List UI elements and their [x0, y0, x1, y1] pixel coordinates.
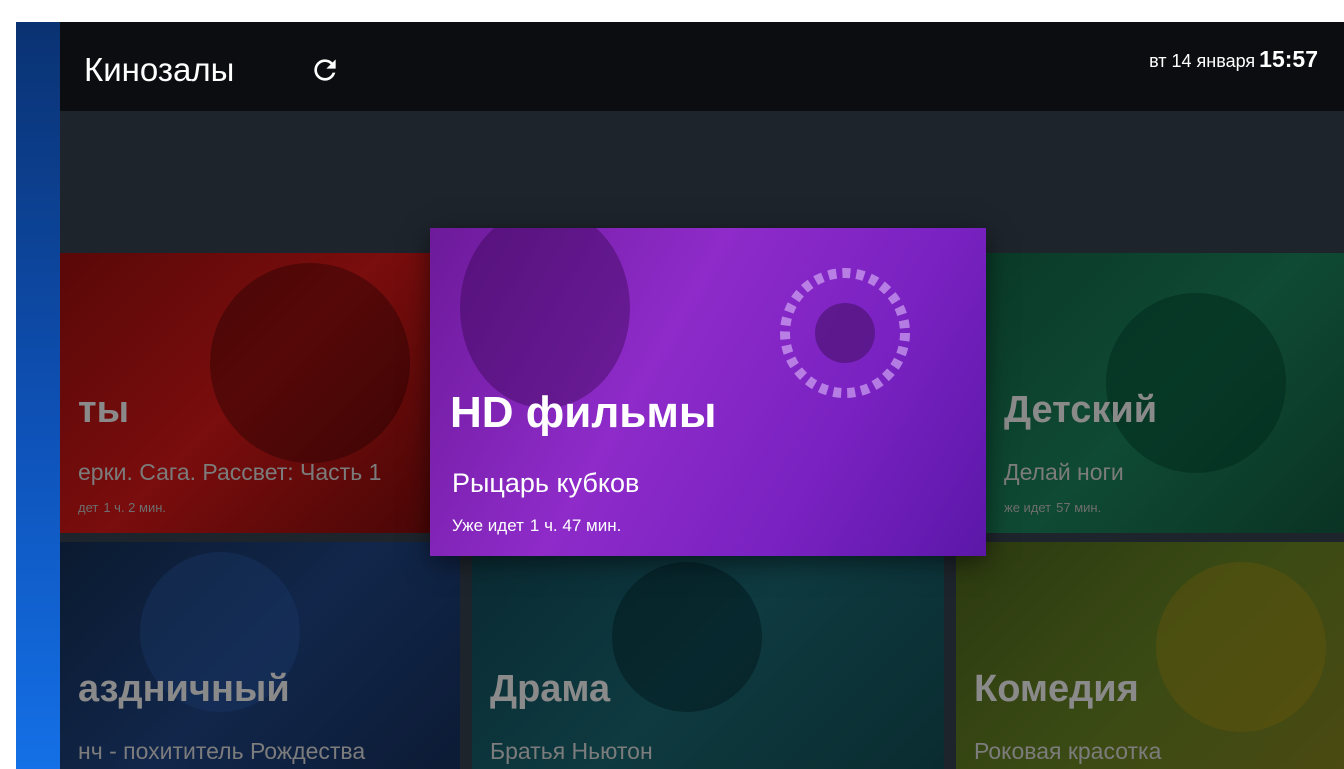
tv-screen: ты ерки. Сага. Рассвет: Часть 1 дет 1 ч. … [16, 22, 1344, 769]
channel-grid: ты ерки. Сага. Рассвет: Часть 1 дет 1 ч. … [16, 22, 1344, 769]
top-bar: Кинозалы вт 14 января 15:57 [16, 22, 1344, 111]
tile-hd-movies-focused[interactable]: HD фильмы Рыцарь кубков Уже идет 1 ч. 47 … [430, 228, 986, 556]
tile-title: Детский [1004, 389, 1158, 431]
tile-status: дет 1 ч. 2 мин. [78, 500, 166, 515]
time-label: 15:57 [1259, 46, 1318, 72]
tile-status: Уже идет 1 ч. 47 мин. [452, 516, 621, 536]
tile-movie: ерки. Сага. Рассвет: Часть 1 [78, 459, 382, 485]
tile-status: же идет 57 мин. [1004, 500, 1101, 515]
refresh-icon[interactable] [309, 54, 341, 86]
datetime: вт 14 января 15:57 [1149, 46, 1318, 73]
tile-title: HD фильмы [450, 388, 717, 437]
tile-movie: Делай ноги [1004, 459, 1124, 485]
tile-duration: 1 ч. 2 мин. [103, 500, 167, 515]
tile-art [612, 562, 762, 712]
tile-movie: Рыцарь кубков [452, 468, 640, 498]
tile-title: ты [78, 389, 130, 431]
date-label: вт 14 января [1149, 51, 1256, 71]
tile-status-label: Уже идет [452, 516, 524, 535]
tile-art [1106, 293, 1286, 473]
tile-art [1156, 562, 1326, 732]
tile-duration: 57 мин. [1056, 500, 1102, 515]
tile-title: Комедия [974, 668, 1139, 710]
tile-art [210, 263, 410, 463]
tile-comedy[interactable]: Комедия Роковая красотка [956, 542, 1344, 769]
tile-art-portrait [460, 228, 630, 408]
tile-title: аздничный [78, 668, 290, 710]
tile-status-label: же идет [1004, 500, 1052, 515]
tile-holiday[interactable]: аздничный нч - похититель Рождества [60, 542, 460, 769]
tile-drama[interactable]: Драма Братья Ньютон [472, 542, 944, 769]
tile-movie: нч - похититель Рождества [78, 738, 366, 764]
tile-action[interactable]: ты ерки. Сага. Рассвет: Часть 1 дет 1 ч. … [60, 253, 430, 533]
page-title: Кинозалы [84, 51, 235, 88]
sidebar-menu-collapsed[interactable] [16, 22, 60, 769]
tile-kids[interactable]: Детский Делай ноги же идет 57 мин. [986, 253, 1344, 533]
tile-art-station [780, 268, 910, 398]
tile-status-label: дет [78, 500, 99, 515]
tile-title: Драма [490, 668, 611, 710]
tile-movie: Братья Ньютон [490, 738, 653, 764]
tile-movie: Роковая красотка [974, 738, 1162, 764]
tile-duration: 1 ч. 47 мин. [529, 516, 622, 535]
